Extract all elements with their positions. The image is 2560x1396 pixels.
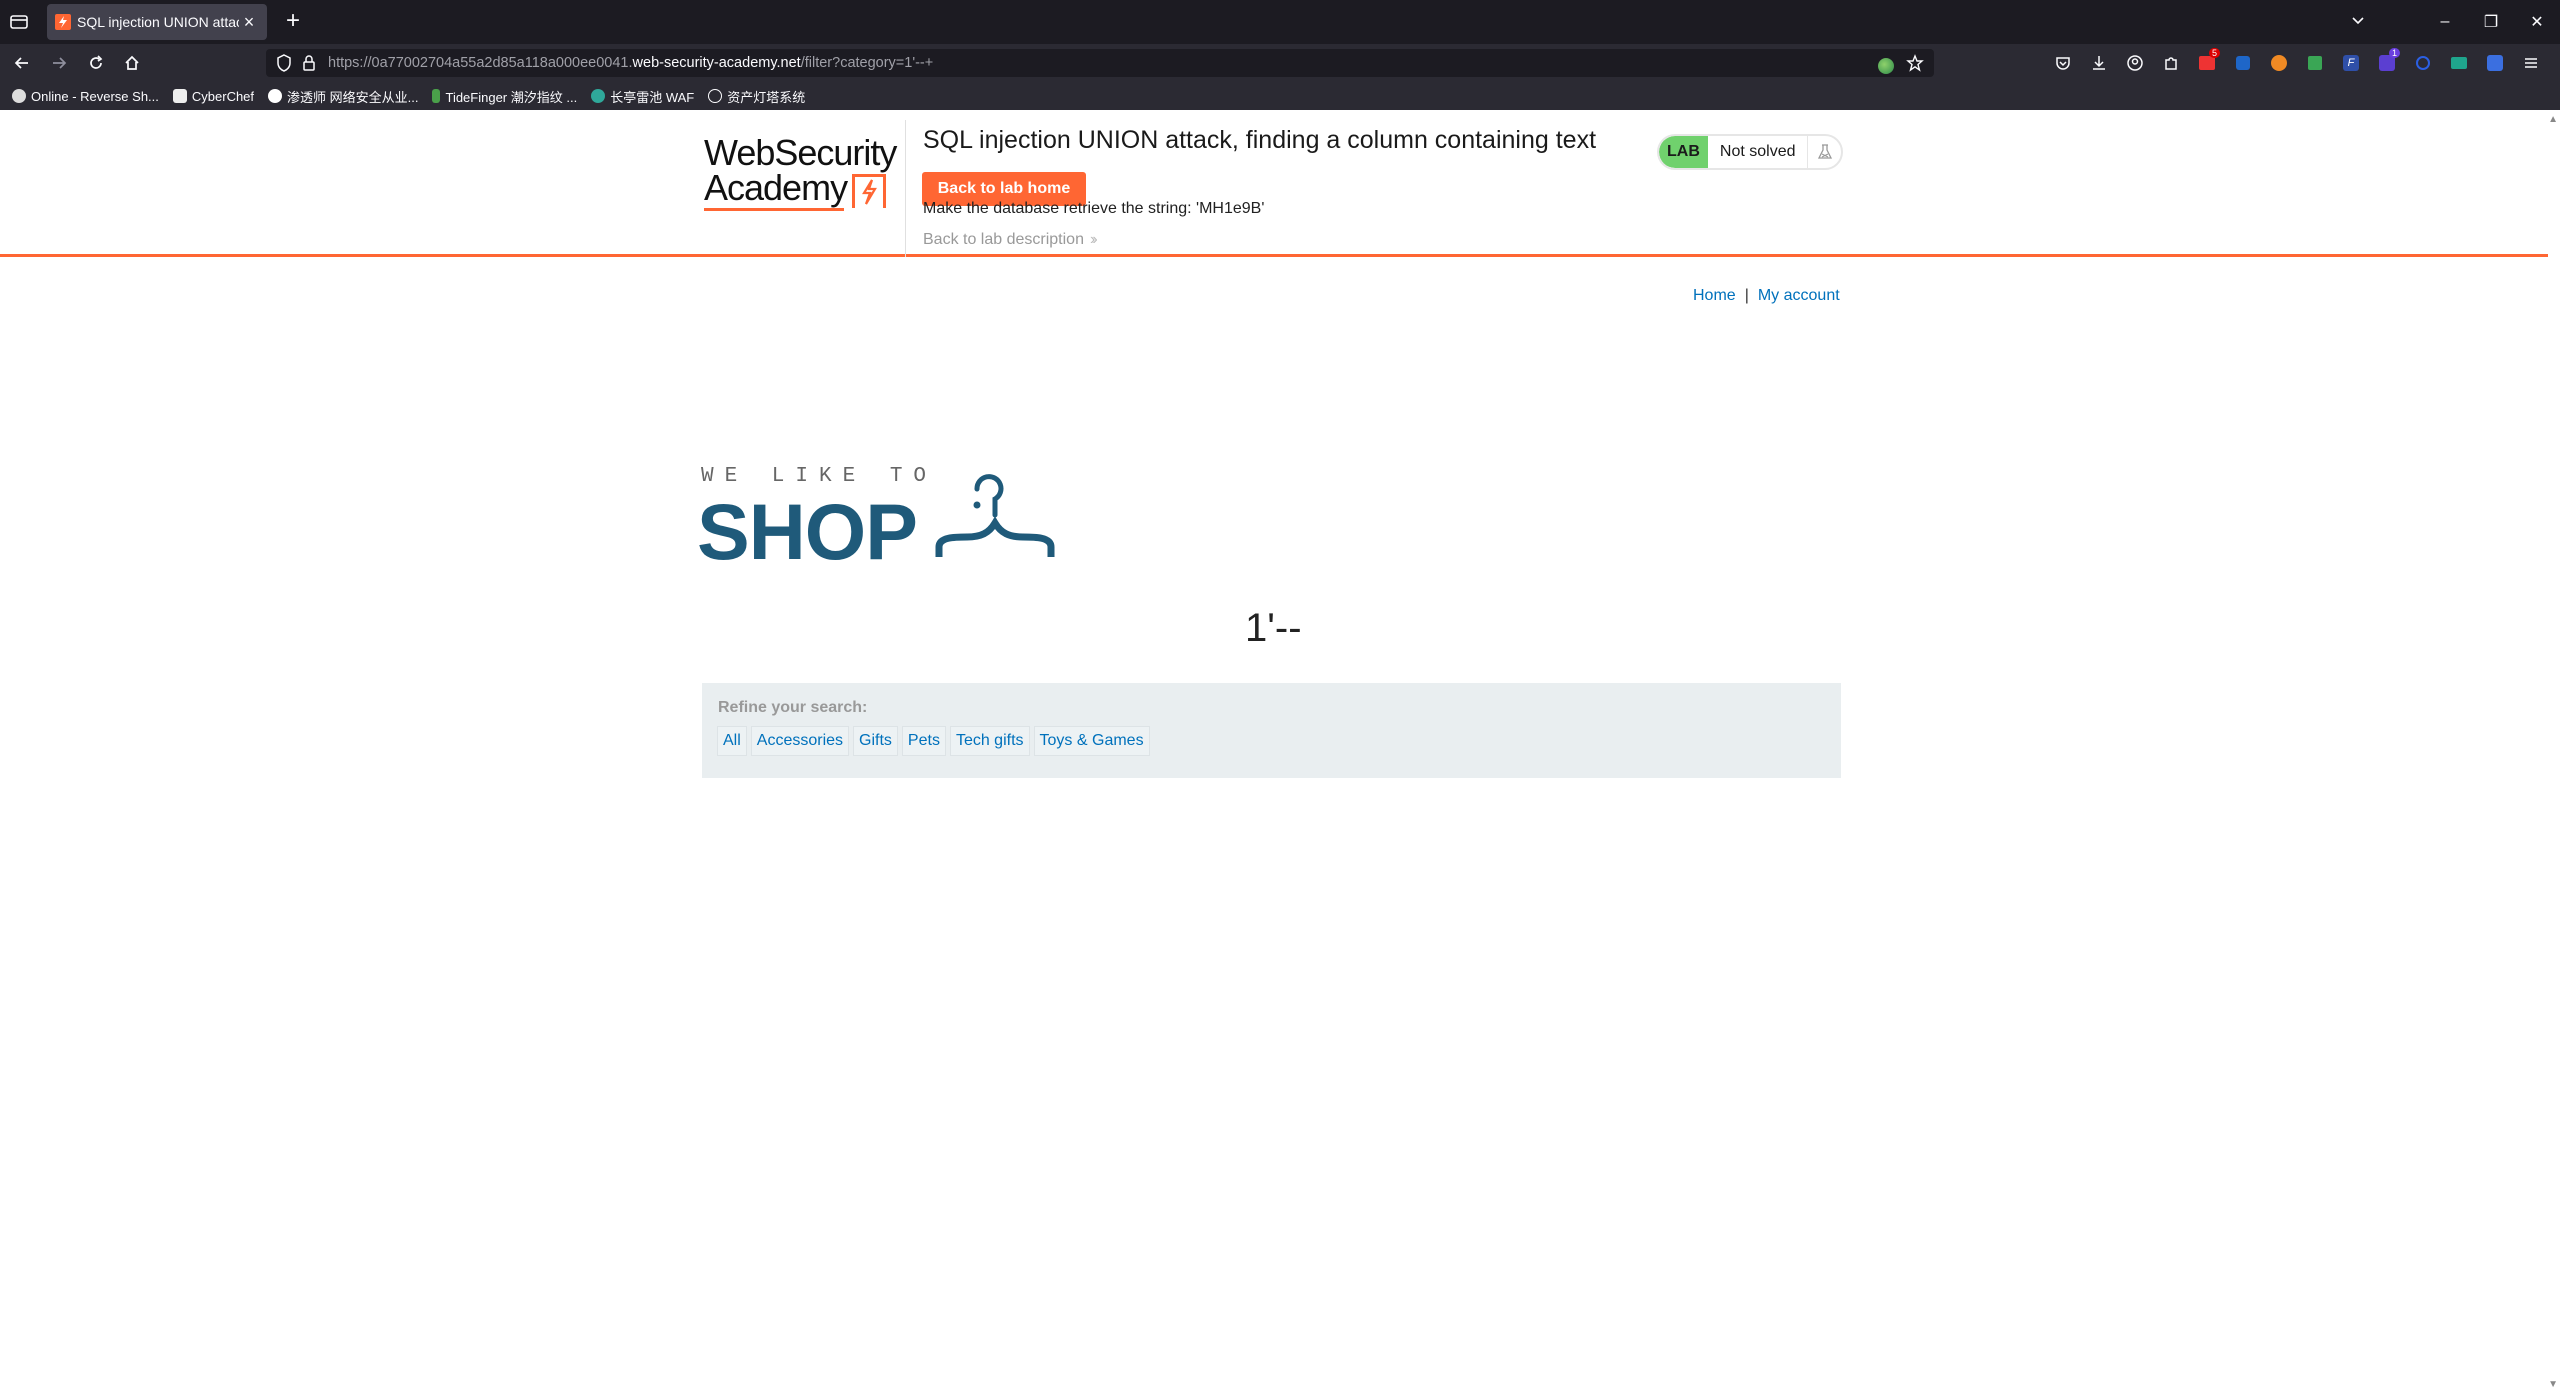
academy-lab-header: WebSecurity Academy SQL injection UNION … <box>0 110 2548 257</box>
shop-wordmark: SHOP <box>697 487 918 576</box>
category-filters: All Accessories Gifts Pets Tech gifts To… <box>717 726 1150 756</box>
lock-icon[interactable] <box>302 54 316 77</box>
extensions-puzzle-icon[interactable] <box>2160 52 2182 74</box>
bookmarks-bar: Online - Reverse Sh... CyberChef 渗透师 网络安… <box>0 82 2560 110</box>
globe-icon <box>708 89 723 103</box>
translate-extension-icon[interactable] <box>2484 52 2506 74</box>
window-controls: – ❐ ✕ <box>2422 0 2560 44</box>
bookmark-star-icon[interactable] <box>1906 54 1924 77</box>
bookmark-icon <box>432 89 441 103</box>
lab-pill: LAB <box>1659 136 1708 168</box>
teal-extension-icon[interactable] <box>2448 52 2470 74</box>
browser-tab-active[interactable]: SQL injection UNION attack × <box>47 4 267 40</box>
browser-tab-bar: SQL injection UNION attack × + – ❐ ✕ <box>0 0 2560 44</box>
minimize-icon[interactable]: – <box>2422 13 2468 31</box>
scroll-up-arrow-icon[interactable]: ▲ <box>2548 114 2558 125</box>
account-icon[interactable] <box>2124 52 2146 74</box>
bookmark-item[interactable]: Online - Reverse Sh... <box>12 89 159 104</box>
pocket-icon[interactable] <box>2052 52 2074 74</box>
lab-title: SQL injection UNION attack, finding a co… <box>923 126 1597 154</box>
portswigger-favicon-icon <box>55 14 71 30</box>
my-account-link[interactable]: My account <box>1758 287 1840 304</box>
bookmark-item[interactable]: CyberChef <box>172 89 254 104</box>
flask-icon <box>1807 136 1841 168</box>
filter-all[interactable]: All <box>717 726 747 756</box>
lab-status-text: Not solved <box>1719 143 1796 160</box>
back-to-lab-description-link[interactable]: Back to lab description ›› <box>923 231 1097 249</box>
academy-bolt-icon <box>852 174 886 208</box>
restore-icon[interactable]: ❐ <box>2468 12 2514 32</box>
blue-extension-icon[interactable] <box>2232 52 2254 74</box>
proxy-extension-icon[interactable]: F <box>2340 52 2362 74</box>
tab-list-icon[interactable] <box>8 11 30 33</box>
bookmark-item[interactable]: 渗透师 网络安全从业... <box>268 87 418 106</box>
account-nav: Home | My account <box>1693 287 1840 304</box>
filter-pets[interactable]: Pets <box>901 726 946 756</box>
address-bar[interactable]: https://0a77002704a55a2d85a118a000ee0041… <box>266 49 1934 77</box>
page-scrollbar[interactable] <box>2548 110 2560 1396</box>
window-close-icon[interactable]: ✕ <box>2514 12 2560 32</box>
fox-extension-icon[interactable] <box>2268 52 2290 74</box>
back-arrow-icon[interactable] <box>10 51 34 75</box>
filter-tech-gifts[interactable]: Tech gifts <box>949 726 1030 756</box>
bookmark-item[interactable]: 资产灯塔系统 <box>708 87 805 106</box>
tab-title: SQL injection UNION attack <box>77 14 239 30</box>
filter-toys-games[interactable]: Toys & Games <box>1033 726 1150 756</box>
site-extension-globe-icon[interactable] <box>1878 57 1894 74</box>
menu-hamburger-icon[interactable] <box>2520 52 2542 74</box>
refine-label: Refine your search: <box>718 699 868 716</box>
chef-hat-icon <box>172 89 187 103</box>
home-icon[interactable] <box>120 51 144 75</box>
tab-close-icon[interactable]: × <box>239 12 259 33</box>
url-text[interactable]: https://0a77002704a55a2d85a118a000ee0041… <box>328 55 933 71</box>
downloads-icon[interactable] <box>2088 52 2110 74</box>
we-like-to-shop-logo: WE LIKE TO SHOP <box>697 465 1061 576</box>
bookmark-icon <box>591 89 606 103</box>
circle-extension-icon[interactable] <box>2412 52 2434 74</box>
home-link[interactable]: Home <box>1693 287 1736 304</box>
reload-icon[interactable] <box>84 51 108 75</box>
page-content: WebSecurity Academy SQL injection UNION … <box>0 110 2548 1396</box>
tracking-shield-icon[interactable] <box>276 54 292 77</box>
lab-objective: Make the database retrieve the string: '… <box>923 200 1265 217</box>
purple-extension-icon[interactable]: 1 <box>2376 48 2400 74</box>
bookmark-item[interactable]: TideFinger 潮汐指纹 ... <box>432 87 577 106</box>
extensions-toolbar: 5 F 1 <box>2052 48 2542 74</box>
refine-search-panel: Refine your search: All Accessories Gift… <box>702 683 1841 778</box>
web-security-academy-logo[interactable]: WebSecurity Academy <box>704 132 904 228</box>
lab-status-badge: LAB Not solved <box>1657 134 1843 170</box>
filter-gifts[interactable]: Gifts <box>853 726 898 756</box>
green-extension-icon[interactable] <box>2304 52 2326 74</box>
bookmark-item[interactable]: 长亭雷池 WAF <box>591 87 694 106</box>
hanger-icon <box>935 474 1055 557</box>
shop-tagline: WE LIKE TO <box>701 465 938 488</box>
mail-extension-icon[interactable]: 5 <box>2196 48 2220 74</box>
forward-arrow-icon[interactable] <box>47 51 71 75</box>
category-heading: 1'-- <box>1245 606 1302 650</box>
bookmark-icon <box>268 89 283 103</box>
browser-toolbar: https://0a77002704a55a2d85a118a000ee0041… <box>0 44 2560 82</box>
scroll-down-arrow-icon[interactable]: ▼ <box>2548 1379 2558 1390</box>
skull-icon <box>12 89 26 103</box>
filter-accessories[interactable]: Accessories <box>750 726 850 756</box>
new-tab-button[interactable]: + <box>279 8 307 36</box>
double-chevron-right-icon: ›› <box>1089 231 1097 248</box>
tab-overflow-chevron-icon[interactable] <box>2350 12 2366 33</box>
